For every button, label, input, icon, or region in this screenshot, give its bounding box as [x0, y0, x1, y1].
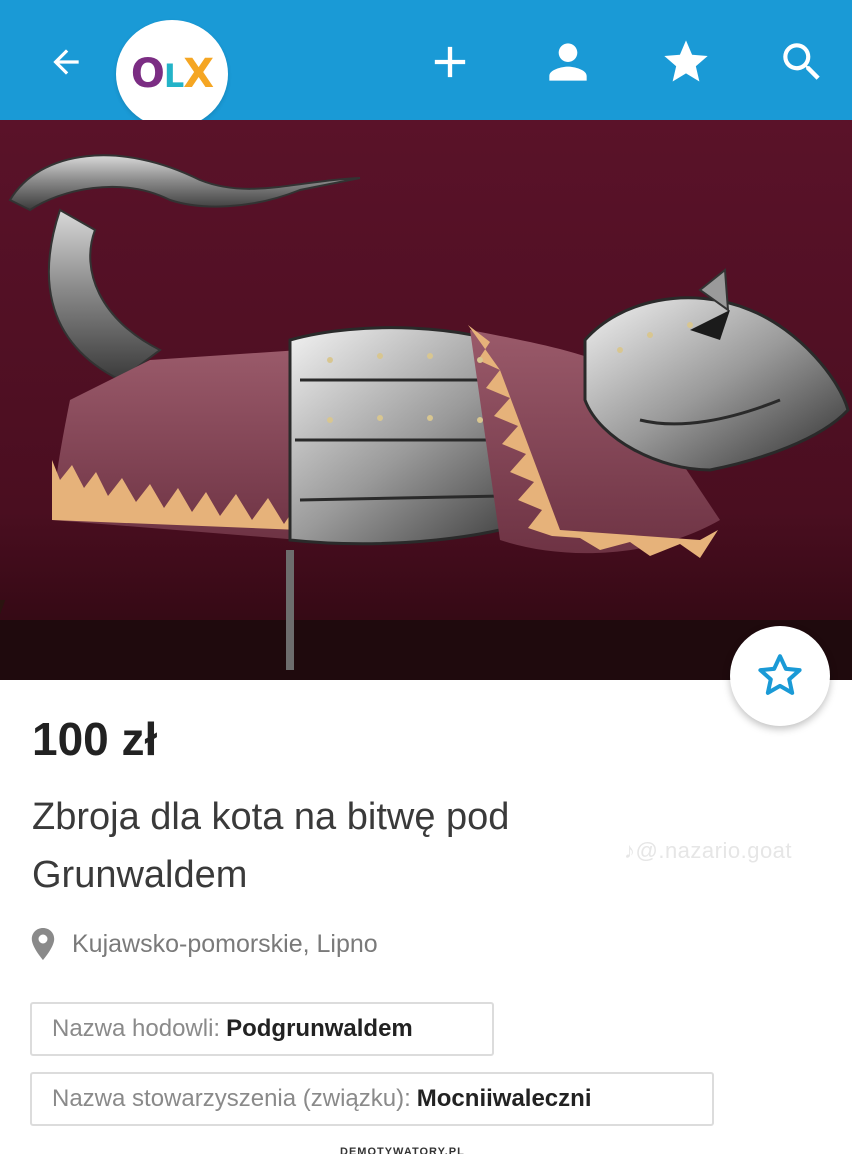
- listing-price: 100 zł: [32, 713, 158, 765]
- search-button[interactable]: [770, 30, 834, 94]
- param-label: Nazwa hodowli:: [52, 1015, 221, 1042]
- location-text: Kujawsko-pomorskie, Lipno: [72, 929, 378, 958]
- star-icon: [664, 40, 708, 82]
- param-value: Mocniiwaleczni: [416, 1085, 592, 1112]
- add-to-favorites-button[interactable]: [730, 626, 830, 726]
- listing-location[interactable]: Kujawsko-pomorskie, Lipno: [30, 928, 378, 960]
- plus-icon: [434, 46, 466, 78]
- logo-letter-o: O: [130, 51, 165, 97]
- top-bar: OLX: [0, 0, 852, 128]
- back-button[interactable]: [34, 30, 98, 94]
- arrow-left-icon: [53, 49, 79, 75]
- param-label: Nazwa stowarzyszenia (związku):: [52, 1085, 411, 1112]
- star-outline-icon: [758, 654, 802, 695]
- add-listing-button[interactable]: [418, 30, 482, 94]
- listing-photo[interactable]: [0, 120, 852, 680]
- footer-watermark: DEMOTYWATORY.PL: [340, 1146, 465, 1154]
- cat-armor-image: [0, 120, 852, 680]
- listing-page: OLX 100 zł Zbroja dla kota na bitwę pod …: [0, 0, 852, 1154]
- map-pin-icon: [31, 928, 55, 960]
- user-icon: [549, 43, 587, 81]
- logo-letter-x: X: [183, 51, 214, 97]
- param-breeding-name: Nazwa hodowli: Podgrunwaldem: [30, 1002, 494, 1056]
- olx-logo[interactable]: OLX: [116, 20, 228, 128]
- listing-title: Zbroja dla kota na bitwę pod Grunwaldem: [32, 796, 510, 896]
- search-icon: [783, 43, 820, 80]
- param-value: Podgrunwaldem: [226, 1015, 413, 1042]
- favorites-button[interactable]: [654, 30, 718, 94]
- param-association-name: Nazwa stowarzyszenia (związku): Mocniiwa…: [30, 1072, 714, 1126]
- logo-letter-l: L: [163, 57, 184, 95]
- account-button[interactable]: [536, 30, 600, 94]
- watermark-text: ♪@.nazario.goat: [624, 838, 793, 863]
